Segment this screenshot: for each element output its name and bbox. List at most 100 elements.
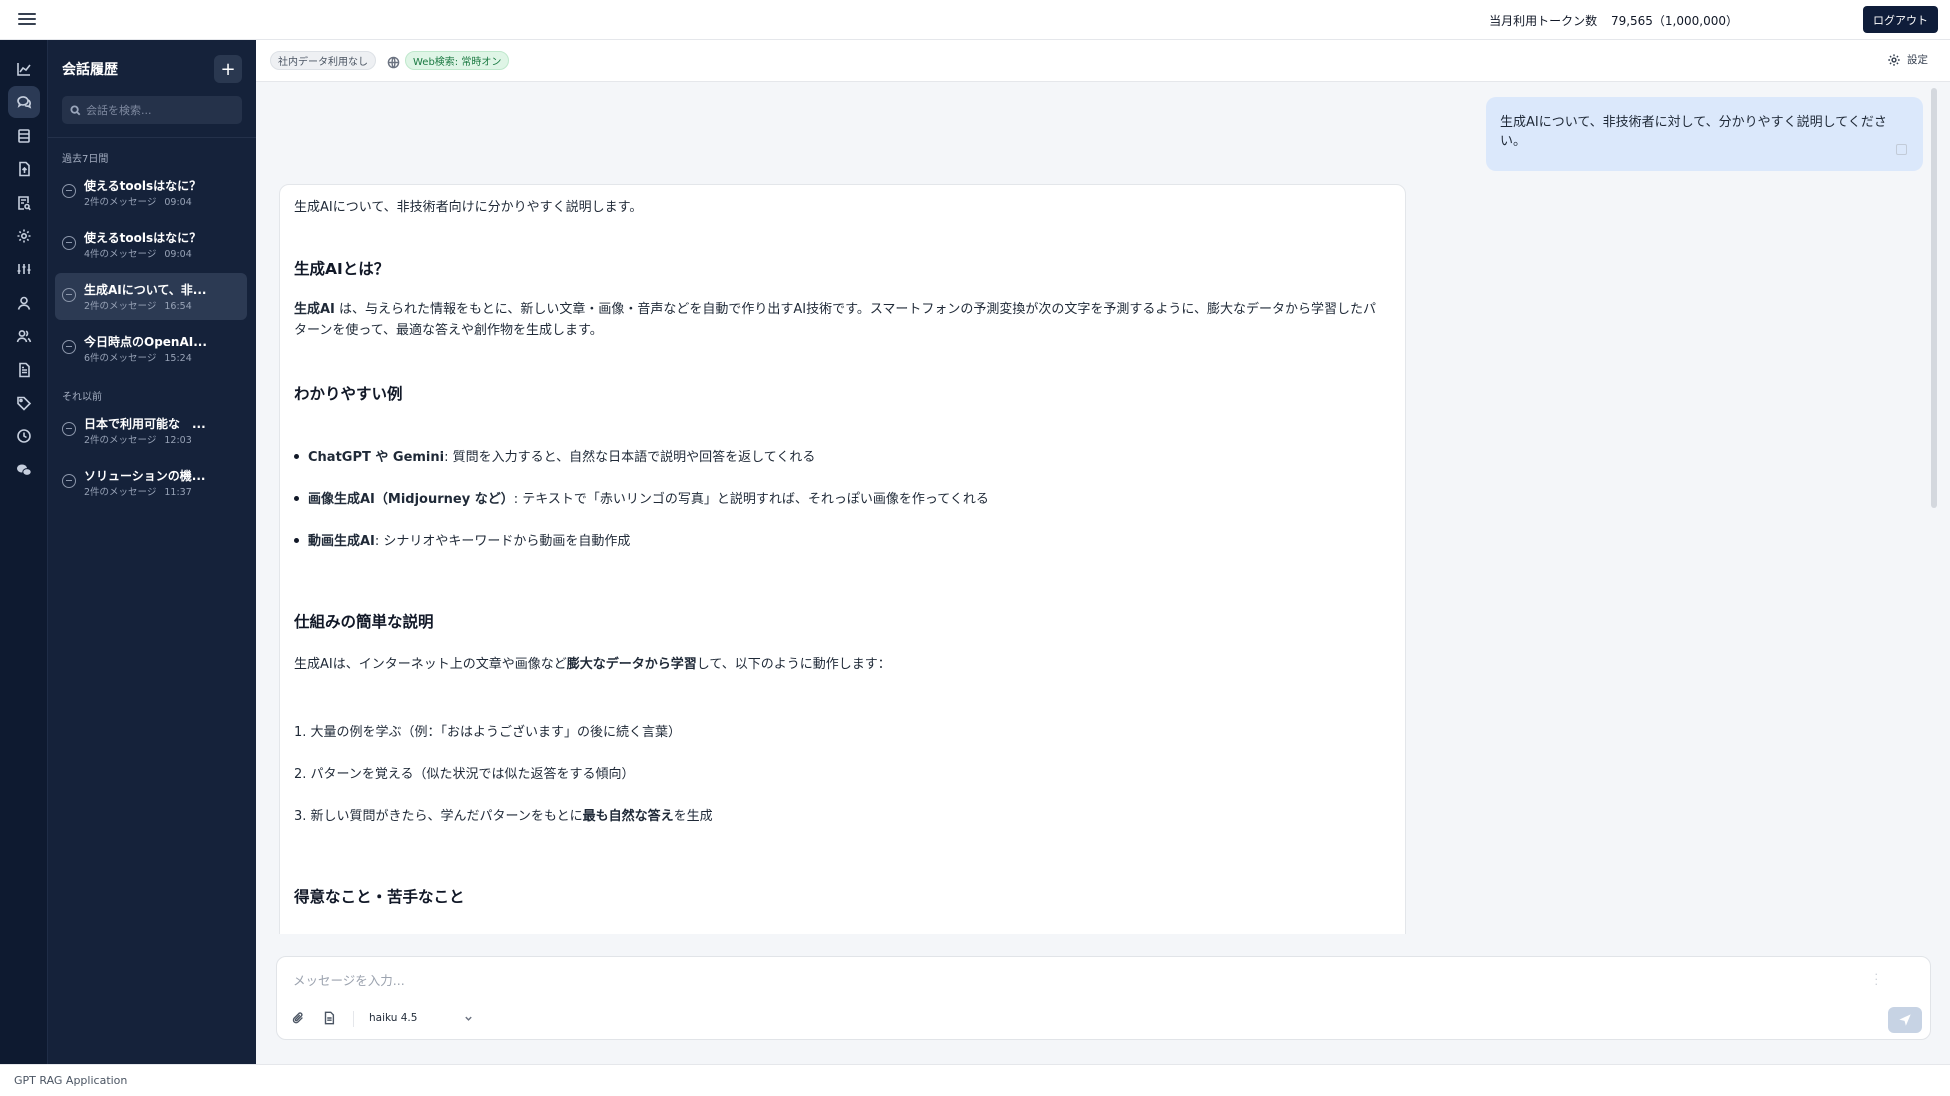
- list-item: 2. パターンを覚える（似た状況では似た返答をする傾向）: [294, 767, 635, 782]
- token-usage-label: 当月利用トークン数: [1489, 14, 1598, 28]
- footer: GPT RAG Application: [0, 1064, 1950, 1096]
- conversation-title: 使えるtoolsはなに？: [84, 231, 202, 245]
- list-item: 1. 大量の例を学ぶ（例：「おはようございます」の後に続く言葉）: [294, 725, 682, 740]
- new-chat-button[interactable]: +: [214, 55, 242, 83]
- chat-circle-icon: [62, 340, 76, 354]
- list-item: ChatGPT や Gemini: 質問を入力すると、自然な日本語で説明や回答を…: [294, 446, 815, 465]
- globe-icon: [387, 54, 400, 69]
- answer-heading: 得意なこと・苦手なこと: [294, 888, 465, 906]
- conversation-meta: 2件のメッセージ 09:04: [84, 194, 192, 208]
- composer: ··· haiku 4.5: [276, 956, 1931, 1040]
- web-search-chip[interactable]: Web検索: 常時オン: [405, 51, 510, 70]
- tag-icon[interactable]: [8, 387, 40, 419]
- conversation-meta: 2件のメッセージ 11:37: [84, 484, 192, 498]
- list-text: : テキストで「赤いリンゴの写真」と説明すれば、それっぽい画像を作ってくれる: [513, 492, 989, 507]
- conversation-title: 日本で利用可能な ...: [84, 417, 206, 431]
- list-text: : シナリオやキーワードから動画を自動作成: [374, 534, 631, 549]
- chart-line-icon[interactable]: [8, 53, 40, 85]
- chat-circle-icon: [62, 184, 76, 198]
- conversation-item[interactable]: ソリューションの機... 2件のメッセージ 11:37: [55, 459, 247, 506]
- divider: [48, 137, 256, 138]
- app-name: GPT RAG Application: [14, 1074, 128, 1087]
- user-message: 生成AIについて、非技術者に対して、分かりやすく説明してください。: [1486, 97, 1923, 171]
- bold-text: 生成AI: [294, 302, 335, 317]
- user-message-text: 生成AIについて、非技術者に対して、分かりやすく説明してください。: [1500, 115, 1887, 149]
- list-text: 3. 新しい質問がきたら、学んだパターンをもとに: [294, 809, 583, 824]
- message-count: 6件のメッセージ: [84, 353, 157, 364]
- sliders-icon[interactable]: [8, 253, 40, 285]
- chat-circle-icon: [62, 288, 76, 302]
- document-icon[interactable]: [320, 1009, 338, 1027]
- message-count: 2件のメッセージ: [84, 197, 157, 208]
- answer-heading: わかりやすい例: [294, 385, 403, 403]
- section-label-recent: 過去7日間: [62, 154, 109, 165]
- history-search-input[interactable]: [86, 103, 236, 117]
- message-count: 2件のメッセージ: [84, 487, 157, 498]
- answer-heading: 生成AIとは？: [294, 260, 390, 278]
- chat-circle-icon: [62, 474, 76, 488]
- conversation-item[interactable]: 日本で利用可能な ... 2件のメッセージ 12:03: [55, 407, 247, 454]
- user-icon[interactable]: [8, 287, 40, 319]
- document-text-icon[interactable]: [8, 354, 40, 386]
- gear-icon[interactable]: [8, 220, 40, 252]
- conversation-time: 12:03: [164, 435, 192, 446]
- users-icon[interactable]: [8, 320, 40, 352]
- settings-label: 設定: [1907, 54, 1928, 66]
- status-bar: 社内データ利用なし Web検索: 常時オン 設定: [256, 40, 1950, 82]
- conversation-item[interactable]: 今日時点のOpenAI... 6件のメッセージ 15:24: [55, 325, 247, 372]
- send-icon: [1899, 1014, 1911, 1026]
- resize-handle-icon[interactable]: · · ·: [1875, 969, 1879, 990]
- paragraph-text: 生成AIは、インターネット上の文章や画像など: [294, 657, 567, 672]
- chat-bubbles-icon[interactable]: [8, 86, 40, 118]
- search-icon: [70, 104, 81, 115]
- table-icon[interactable]: [8, 120, 40, 152]
- bold-text: 動画生成AI: [308, 534, 375, 549]
- chat-circle-icon: [62, 236, 76, 250]
- paragraph-text: は、与えられた情報をもとに、新しい文章・画像・音声などを自動で作り出すAI技術で…: [294, 302, 1377, 338]
- conversation-title: 今日時点のOpenAI...: [84, 335, 207, 349]
- conversation-title: ソリューションの機...: [84, 469, 206, 483]
- paperclip-icon[interactable]: [289, 1009, 307, 1027]
- paragraph-text: して、以下のように動作します：: [696, 657, 891, 672]
- conversation-time: 11:37: [164, 487, 192, 498]
- settings-button[interactable]: 設定: [1887, 52, 1928, 67]
- history-icon[interactable]: [8, 420, 40, 452]
- list-item: 3. 新しい質問がきたら、学んだパターンをもとに最も自然な答えを生成: [294, 805, 713, 824]
- conversation-time: 09:04: [164, 197, 192, 208]
- conversation-item[interactable]: 使えるtoolsはなに？ 4件のメッセージ 09:04: [55, 221, 247, 268]
- conversation-item[interactable]: 使えるtoolsはなに？ 2件のメッセージ 09:04: [55, 169, 247, 216]
- copy-icon[interactable]: [1896, 144, 1907, 155]
- wechat-icon[interactable]: [8, 454, 40, 486]
- bold-text: ChatGPT や Gemini: [308, 450, 445, 465]
- history-search: [62, 96, 242, 124]
- send-button[interactable]: [1888, 1007, 1922, 1033]
- chat-scrollbar[interactable]: [1931, 88, 1937, 508]
- model-select[interactable]: haiku 4.5: [363, 1007, 483, 1029]
- conversation-item-active[interactable]: 生成AIについて、非... 2件のメッセージ 16:54: [55, 273, 247, 320]
- document-upload-icon[interactable]: [8, 153, 40, 185]
- document-search-icon[interactable]: [8, 187, 40, 219]
- message-count: 2件のメッセージ: [84, 435, 157, 446]
- token-usage-value: 79,565（1,000,000）: [1610, 14, 1738, 28]
- conversation-title: 生成AIについて、非...: [84, 283, 207, 297]
- internal-data-chip[interactable]: 社内データ利用なし: [270, 51, 376, 70]
- hamburger-icon[interactable]: [18, 10, 36, 28]
- chat-circle-icon: [62, 422, 76, 436]
- gear-icon: [1888, 53, 1900, 66]
- top-bar: 当月利用トークン数 79,565（1,000,000） ログアウト: [0, 0, 1950, 40]
- conversation-title: 使えるtoolsはなに？: [84, 179, 202, 193]
- conversation-meta: 2件のメッセージ 12:03: [84, 432, 192, 446]
- answer-paragraph: 生成AIは、インターネット上の文章や画像など膨大なデータから学習して、以下のよう…: [294, 654, 1389, 675]
- composer-area: ··· haiku 4.5: [256, 934, 1950, 1064]
- chat-area: 生成AIについて、非技術者に対して、分かりやすく説明してください。 生成AIにつ…: [256, 82, 1950, 976]
- chevron-down-icon: [465, 1016, 472, 1021]
- logout-button[interactable]: ログアウト: [1863, 6, 1938, 33]
- conversation-meta: 4件のメッセージ 09:04: [84, 246, 192, 260]
- history-title: 会話履歴: [62, 62, 118, 78]
- section-label-older: それ以前: [62, 392, 102, 403]
- answer-heading: 仕組みの簡単な説明: [294, 613, 434, 631]
- bold-text: 画像生成AI（Midjourney など）: [308, 492, 514, 507]
- list-item: 動画生成AI: シナリオやキーワードから動画を自動作成: [294, 530, 630, 549]
- bold-text: 膨大なデータから学習: [566, 657, 697, 672]
- message-input[interactable]: [293, 970, 1853, 992]
